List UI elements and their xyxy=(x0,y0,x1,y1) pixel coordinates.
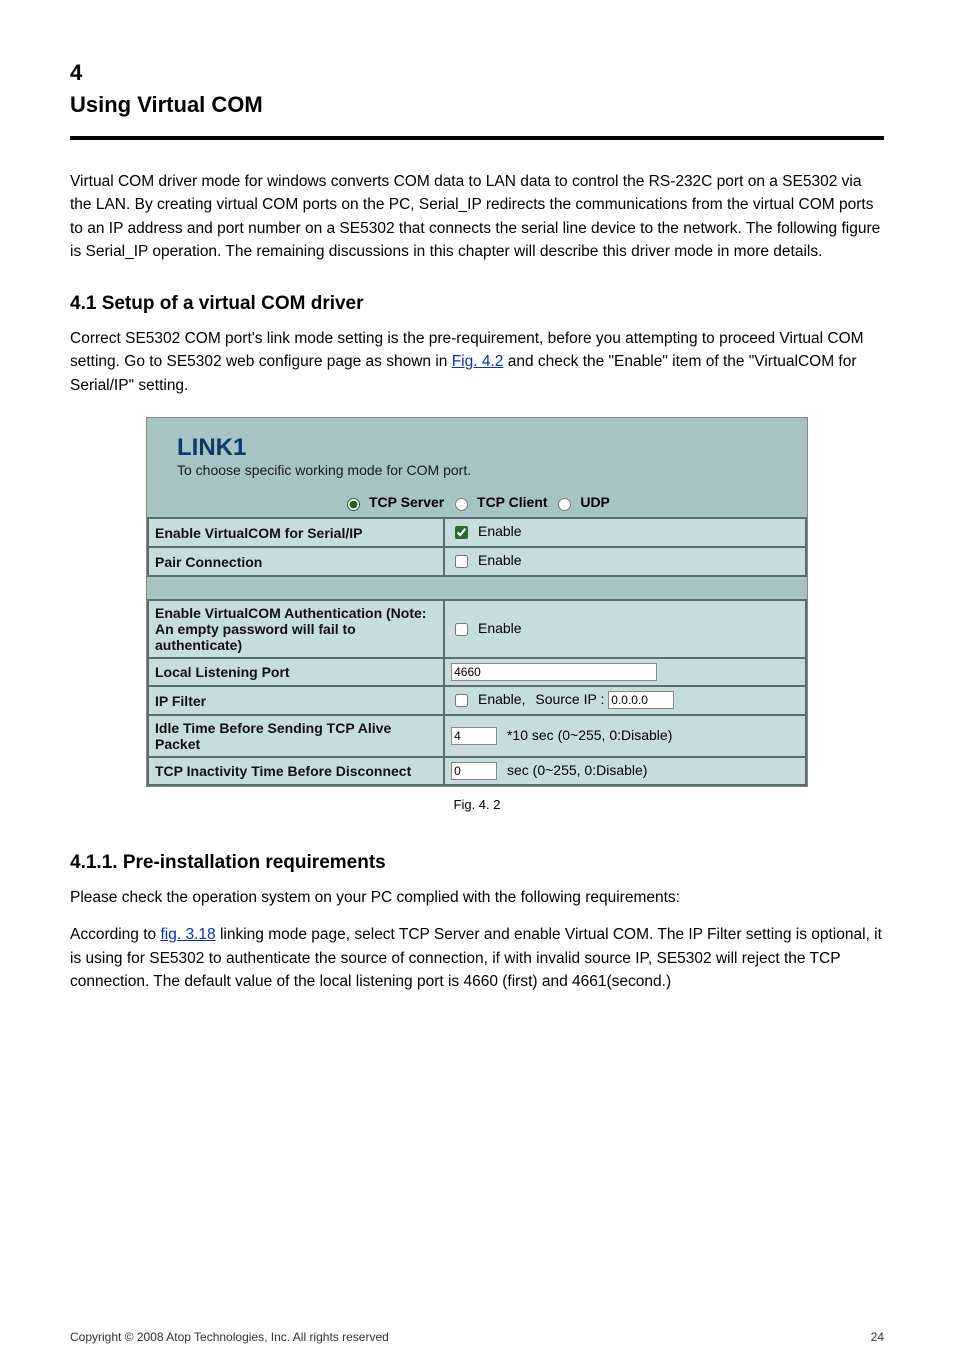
auth-enable-checkbox[interactable] xyxy=(455,623,468,636)
tcp-client-label: TCP Client xyxy=(477,494,548,510)
table-row: Enable VirtualCOM Authentication (Note: … xyxy=(148,600,806,658)
config-table-1: Enable VirtualCOM for Serial/IP Enable P… xyxy=(147,517,807,577)
footer-page-number: 24 xyxy=(871,1330,884,1344)
divider xyxy=(70,136,884,140)
auth-enable-text: Enable xyxy=(478,620,522,636)
source-ip-input[interactable] xyxy=(608,691,674,709)
fig-3-18-link[interactable]: fig. 3.18 xyxy=(160,926,215,943)
tcp-server-label: TCP Server xyxy=(369,494,444,510)
figure-caption: Fig. 4. 2 xyxy=(70,797,884,812)
link1-title: LINK1 xyxy=(177,434,777,462)
pair-enable-checkbox[interactable] xyxy=(455,555,468,568)
idle-time-input[interactable] xyxy=(451,727,497,745)
vcom-enable-text: Enable xyxy=(478,523,522,539)
config-table-2: Enable VirtualCOM Authentication (Note: … xyxy=(147,599,807,786)
ipfilter-enable-checkbox[interactable] xyxy=(455,694,468,707)
sub2-paragraph-2: According to fig. 3.18 linking mode page… xyxy=(70,923,884,993)
ipfilter-enable-text: Enable, xyxy=(478,691,525,707)
idle-suffix: *10 sec (0~255, 0:Disable) xyxy=(507,727,672,743)
port-label: Local Listening Port xyxy=(148,658,444,686)
table-row: Pair Connection Enable xyxy=(148,547,806,576)
link1-config-screenshot: LINK1 To choose specific working mode fo… xyxy=(146,417,808,787)
pair-label: Pair Connection xyxy=(148,547,444,576)
ipfilter-src-label: Source IP : xyxy=(535,691,604,707)
link-mode-radios: TCP Server TCP Client UDP xyxy=(147,490,807,517)
table-row: IP Filter Enable, Source IP : xyxy=(148,686,806,715)
udp-radio[interactable] xyxy=(558,498,571,511)
tcp-server-radio[interactable] xyxy=(347,498,360,511)
table-row: Enable VirtualCOM for Serial/IP Enable xyxy=(148,518,806,547)
table-row: Idle Time Before Sending TCP Alive Packe… xyxy=(148,715,806,757)
inact-suffix: sec (0~255, 0:Disable) xyxy=(507,762,647,778)
sub2-paragraph-1: Please check the operation system on you… xyxy=(70,886,884,909)
vcom-label: Enable VirtualCOM for Serial/IP xyxy=(148,518,444,547)
udp-label: UDP xyxy=(580,494,610,510)
section-title: Using Virtual COM xyxy=(70,92,884,118)
ipfilter-label: IP Filter xyxy=(148,686,444,715)
link1-subtitle: To choose specific working mode for COM … xyxy=(177,462,777,478)
auth-label: Enable VirtualCOM Authentication (Note: … xyxy=(148,600,444,658)
section-number: 4 xyxy=(70,60,884,86)
vcom-enable-checkbox[interactable] xyxy=(455,526,468,539)
idle-label: Idle Time Before Sending TCP Alive Packe… xyxy=(148,715,444,757)
local-port-input[interactable] xyxy=(451,663,657,681)
tcp-client-radio[interactable] xyxy=(455,498,468,511)
table-row: TCP Inactivity Time Before Disconnect se… xyxy=(148,757,806,785)
subsection-4-1-title: 4.1 Setup of a virtual COM driver xyxy=(70,293,884,315)
intro-paragraph: Virtual COM driver mode for windows conv… xyxy=(70,170,884,263)
footer-copyright: Copyright © 2008 Atop Technologies, Inc.… xyxy=(70,1330,389,1344)
table-row: Local Listening Port xyxy=(148,658,806,686)
subsection-4-1-1-title: 4.1.1. Pre-installation requirements xyxy=(70,852,884,874)
pair-enable-text: Enable xyxy=(478,552,522,568)
subsection-4-1-paragraph: Correct SE5302 COM port's link mode sett… xyxy=(70,327,884,397)
table-spacer xyxy=(147,577,807,599)
sub2-p2-pre: According to xyxy=(70,926,156,943)
fig-4-2-link[interactable]: Fig. 4.2 xyxy=(452,353,504,370)
inactivity-time-input[interactable] xyxy=(451,762,497,780)
inact-label: TCP Inactivity Time Before Disconnect xyxy=(148,757,444,785)
